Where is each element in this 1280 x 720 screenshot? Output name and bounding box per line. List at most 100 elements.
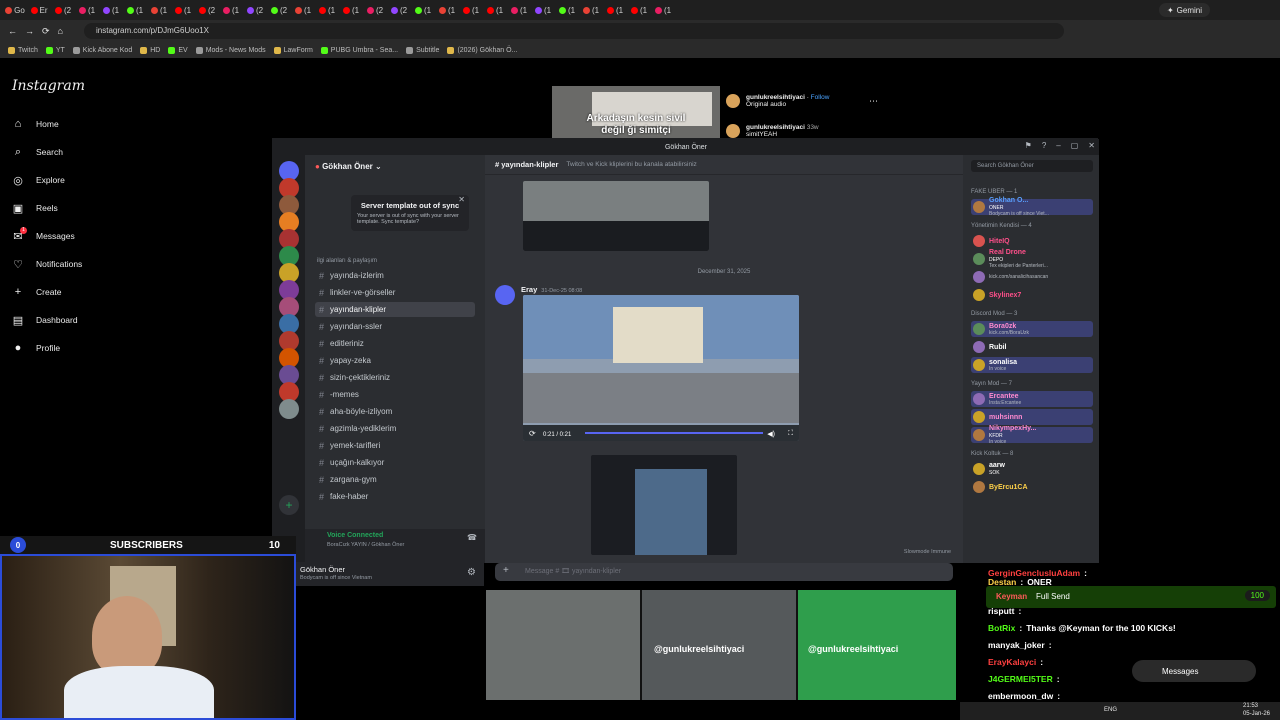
url-field[interactable]: instagram.com/p/DJmG6Uoo1X <box>84 23 1064 39</box>
browser-tab[interactable]: (1 <box>484 2 506 18</box>
browser-tab[interactable]: (1 <box>76 2 98 18</box>
comment-author[interactable]: gunlukreelsihtiyaci <box>746 124 805 131</box>
member-name[interactable]: Bora0zk <box>989 323 1029 330</box>
browser-tab[interactable]: Er <box>28 2 50 18</box>
channel-yemek-tarifleri[interactable]: # yemek-tarifleri <box>315 438 475 453</box>
browser-tab[interactable]: (1 <box>604 2 626 18</box>
bookmark-item[interactable]: PUBG Umbra - Sea... <box>320 46 398 54</box>
reel-thumb[interactable] <box>486 590 640 700</box>
ig-post-video[interactable]: Arkadaşın kesin sivil değil ği simitçi <box>552 86 720 140</box>
fullscreen-icon[interactable]: ⛶ <box>788 430 793 438</box>
ig-nav-notifications[interactable]: ♡ Notifications <box>12 258 82 271</box>
language-indicator[interactable]: ENG <box>1104 707 1117 713</box>
browser-tab[interactable]: (1 <box>412 2 434 18</box>
member-row[interactable]: Bora0zk kick.com/BoraUzk <box>971 321 1093 337</box>
member-row[interactable]: Rubil <box>971 339 1093 355</box>
member-name[interactable]: Skylinex7 <box>989 292 1021 299</box>
avatar[interactable] <box>973 429 985 441</box>
member-name[interactable]: sonalisa <box>989 359 1017 366</box>
chat-username[interactable]: embermoon_dw <box>988 691 1053 701</box>
channel-yapay-zeka[interactable]: # yapay-zeka <box>315 353 475 368</box>
clip-video[interactable] <box>523 181 709 251</box>
ig-nav-create[interactable]: + Create <box>12 286 62 298</box>
chat-username[interactable]: risputt <box>988 606 1014 616</box>
maximize-icon[interactable]: ▢ <box>1071 141 1079 150</box>
bookmark-item[interactable]: Subtitle <box>406 46 439 54</box>
avatar[interactable] <box>973 411 985 423</box>
avatar[interactable] <box>973 323 985 335</box>
member-name[interactable]: aarw <box>989 462 1005 469</box>
play-icon[interactable]: ⟳ <box>529 429 536 438</box>
user-name[interactable]: Gökhan Öner <box>300 565 345 574</box>
browser-tab[interactable]: (1 <box>532 2 554 18</box>
avatar[interactable] <box>973 289 985 301</box>
browser-tab[interactable]: (1 <box>292 2 314 18</box>
bookmark-item[interactable]: LawForm <box>273 46 313 54</box>
original-audio[interactable]: Original audio <box>746 101 829 108</box>
messages-popup[interactable]: Messages <box>1132 660 1256 682</box>
more-options-icon[interactable]: ⋯ <box>869 96 878 107</box>
back-icon[interactable]: ← <box>8 26 17 36</box>
member-name[interactable]: Real Drone <box>989 249 1048 256</box>
avatar[interactable] <box>973 253 985 265</box>
avatar[interactable] <box>726 124 740 138</box>
bookmark-item[interactable]: Twitch <box>8 46 38 54</box>
reload-icon[interactable]: ⟳ <box>42 26 50 37</box>
avatar[interactable] <box>495 285 515 305</box>
ig-nav-search[interactable]: ⌕ Search <box>12 146 63 158</box>
channel-editleriniz[interactable]: # editleriniz <box>315 336 475 351</box>
channel-yayından-klipler[interactable]: # yayından-klipler <box>315 302 475 317</box>
avatar[interactable] <box>973 463 985 475</box>
channel-agzimla-yediklerim[interactable]: # agzimla-yediklerim <box>315 421 475 436</box>
avatar[interactable] <box>973 341 985 353</box>
member-search-input[interactable]: Search Gökhan Öner <box>971 160 1093 172</box>
member-name[interactable]: muhsinnn <box>989 414 1022 421</box>
help-icon[interactable]: ? <box>1042 141 1046 150</box>
avatar[interactable] <box>726 94 740 108</box>
close-icon[interactable]: ✕ <box>458 195 465 204</box>
add-server-icon[interactable]: + <box>279 495 299 515</box>
member-name[interactable]: ByErcu1CA <box>989 484 1028 491</box>
browser-tab[interactable]: (1 <box>652 2 674 18</box>
avatar[interactable] <box>973 481 985 493</box>
browser-tab[interactable]: Go <box>4 2 26 18</box>
browser-tab[interactable]: (2 <box>388 2 410 18</box>
member-row[interactable]: kick.com/sanalicihasancan <box>971 269 1093 285</box>
ig-nav-home[interactable]: ⌂ Home <box>12 118 59 130</box>
follow-button[interactable]: Follow <box>811 94 830 101</box>
browser-tab[interactable]: (1 <box>436 2 458 18</box>
channel-uçağın-kalkıyor[interactable]: # uçağın-kalkıyor <box>315 455 475 470</box>
browser-tab[interactable]: (2 <box>244 2 266 18</box>
post-author[interactable]: gunlukreelsihtiyaci <box>746 94 805 101</box>
guild-name[interactable]: ● Gökhan Öner ⌄ <box>315 162 382 171</box>
member-row[interactable]: HiteIQ <box>971 233 1093 249</box>
voice-status[interactable]: Voice Connected <box>327 532 383 539</box>
member-name[interactable]: Gokhan O... <box>989 197 1049 204</box>
chat-username[interactable]: J4GERMEI5TER <box>988 674 1053 684</box>
browser-tab[interactable]: (2 <box>268 2 290 18</box>
chat-username[interactable]: ErayKalayci <box>988 657 1036 667</box>
channel-yayından-ssler[interactable]: # yayından-ssler <box>315 319 475 334</box>
tab-gemini[interactable]: ✦ Gemini <box>1158 3 1210 17</box>
browser-tab[interactable]: (1 <box>124 2 146 18</box>
member-row[interactable]: sonalisa In voice <box>971 357 1093 373</box>
browser-tab[interactable]: (1 <box>340 2 362 18</box>
browser-tab[interactable]: (1 <box>148 2 170 18</box>
settings-gear-icon[interactable]: ⚙ <box>467 567 476 578</box>
bookmark-item[interactable]: EV <box>168 46 188 54</box>
avatar[interactable] <box>973 235 985 247</box>
channel-zargana-gym[interactable]: # zargana-gym <box>315 472 475 487</box>
bookmark-item[interactable]: HD <box>140 46 160 54</box>
ig-nav-dashboard[interactable]: ▤ Dashboard <box>12 314 78 327</box>
chat-username[interactable]: manyak_joker <box>988 640 1045 650</box>
browser-tab[interactable]: (2 <box>52 2 74 18</box>
member-name[interactable]: HiteIQ <box>989 238 1010 245</box>
chat-channel-name[interactable]: # yayından-klipler <box>495 160 558 169</box>
message-video-2[interactable] <box>591 455 737 555</box>
attach-icon[interactable]: + <box>503 565 509 576</box>
browser-tab[interactable]: (1 <box>220 2 242 18</box>
close-icon[interactable]: ✕ <box>1088 141 1095 150</box>
template-sync-popup[interactable]: Server template out of sync Your server … <box>351 195 469 231</box>
channel-linkler-ve-görseller[interactable]: # linkler-ve-görseller <box>315 285 475 300</box>
minimize-icon[interactable]: – <box>1056 141 1060 150</box>
